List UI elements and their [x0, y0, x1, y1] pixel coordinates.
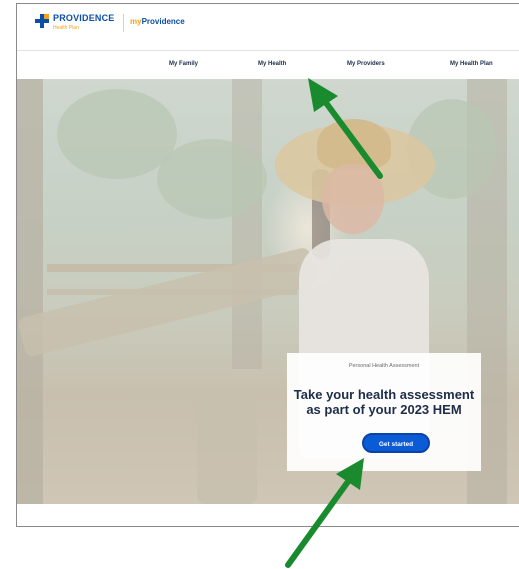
person-face [322, 164, 384, 234]
logo-divider [123, 14, 124, 32]
card-eyebrow: Personal Health Assessment [348, 363, 420, 369]
hero-banner: Personal Health Assessment Take your hea… [17, 79, 519, 504]
card-title-line1: Take your health assessment [293, 387, 475, 402]
nav-my-family[interactable]: My Family [169, 61, 198, 67]
tree-trunk [17, 79, 43, 504]
nav-my-health-plan[interactable]: My Health Plan [450, 61, 493, 67]
tree-trunk [232, 79, 262, 369]
browser-frame: PROVIDENCE Health Plan myProvidence My F… [16, 3, 519, 527]
log-post [197, 399, 257, 504]
card-title-line2: as part of your 2023 HEM [306, 402, 462, 417]
get-started-button[interactable]: Get started [362, 433, 430, 453]
myprovidence-brand[interactable]: myProvidence [130, 17, 185, 26]
brand-prefix: my [130, 17, 142, 26]
assessment-card: Personal Health Assessment Take your hea… [287, 353, 481, 471]
providence-cross-icon [35, 14, 49, 28]
card-title: Take your health assessment as part of y… [287, 387, 481, 417]
foliage [157, 139, 267, 219]
logo-subtext: Health Plan [53, 25, 79, 31]
sun-hat-crown [317, 119, 391, 169]
logo-text: PROVIDENCE [53, 13, 115, 23]
brand-name: Providence [141, 17, 185, 26]
header: PROVIDENCE Health Plan myProvidence [17, 4, 519, 50]
nav-my-providers[interactable]: My Providers [347, 61, 385, 67]
nav-my-health[interactable]: My Health [258, 61, 286, 67]
main-nav: My Family My Health My Providers My Heal… [17, 50, 519, 79]
